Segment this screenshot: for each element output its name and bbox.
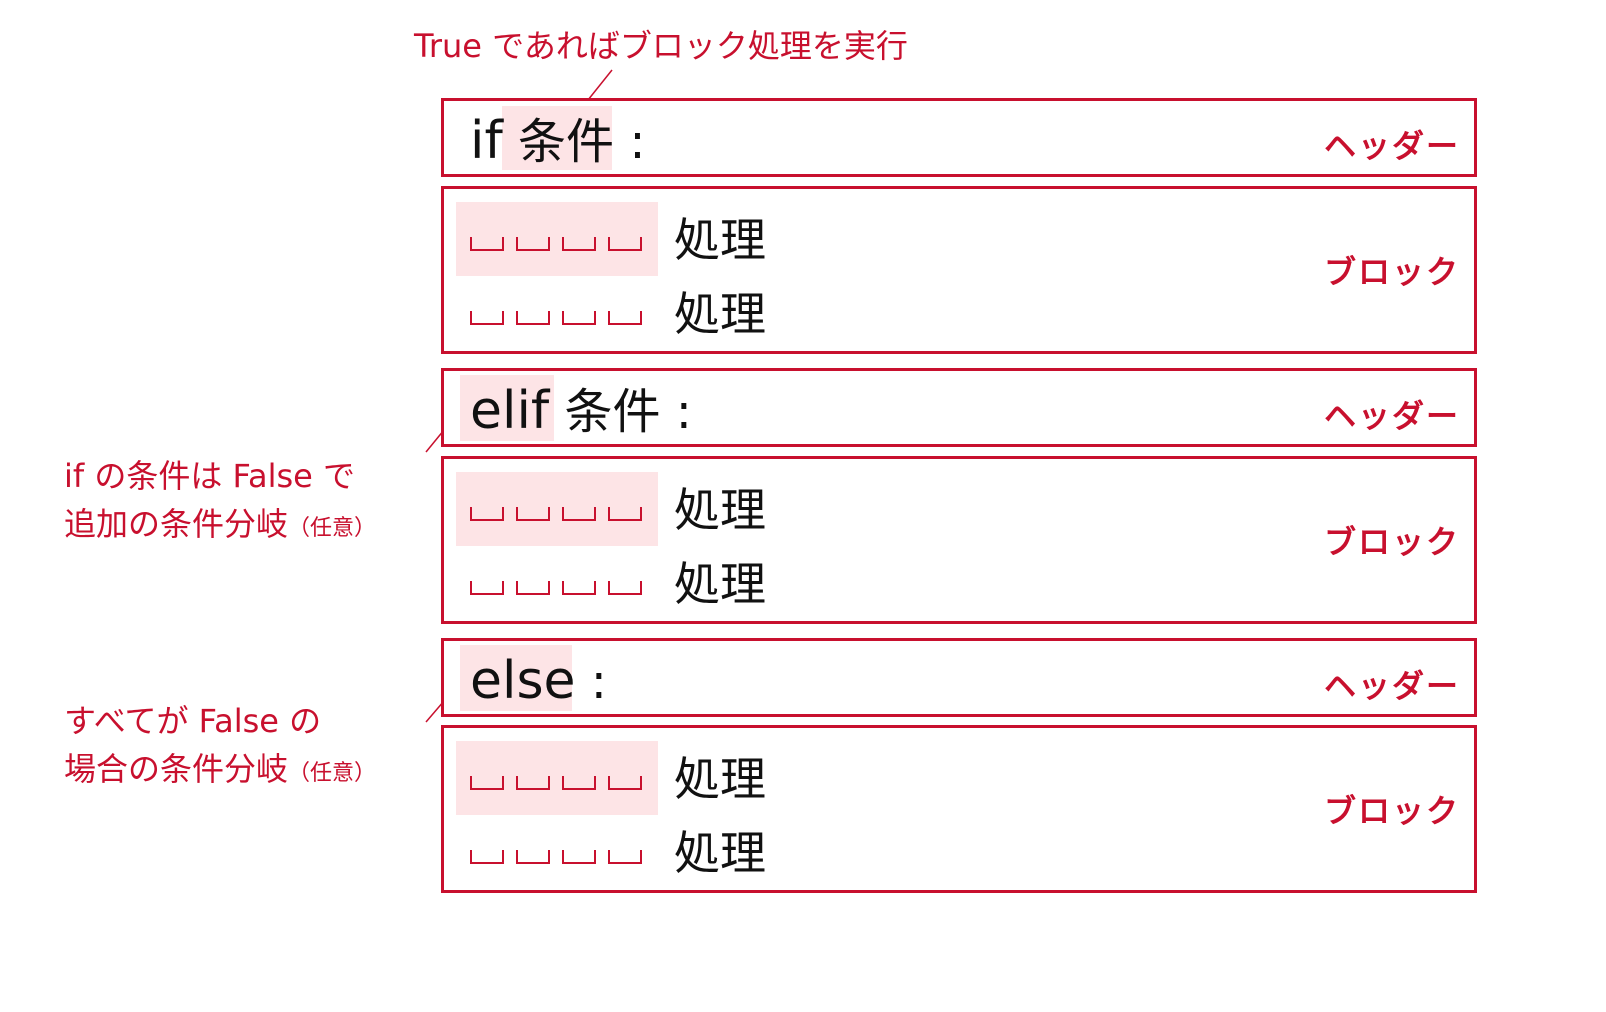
if-colon: :: [629, 114, 646, 170]
header-label: ヘッダー: [1323, 397, 1460, 435]
indent-spaces: [470, 507, 642, 521]
space-mark: [608, 237, 642, 251]
space-mark: [516, 237, 550, 251]
space-mark: [470, 776, 504, 790]
elif-block-box: 処理 処理 ブロック: [441, 456, 1477, 624]
indent-spaces: [470, 311, 642, 325]
else-annotation-line2-text: 場合の条件分岐: [64, 750, 289, 788]
process-line-2: 処理: [674, 826, 766, 880]
space-mark: [608, 507, 642, 521]
space-mark: [516, 850, 550, 864]
indent-spaces: [470, 581, 642, 595]
space-mark: [562, 237, 596, 251]
space-mark: [470, 237, 504, 251]
block-label: ブロック: [1323, 253, 1460, 291]
process-line-1: 処理: [674, 213, 766, 267]
process-line-1: 処理: [674, 483, 766, 537]
space-mark: [608, 581, 642, 595]
else-annotation-line1: すべてが False の: [64, 702, 322, 740]
indent-spaces: [470, 776, 642, 790]
else-colon: :: [590, 654, 607, 710]
space-mark: [516, 776, 550, 790]
else-block-box: 処理 処理 ブロック: [441, 725, 1477, 893]
elif-annotation-optional: （任意）: [288, 516, 377, 541]
header-label: ヘッダー: [1323, 127, 1460, 165]
if-condition: 条件: [518, 114, 615, 170]
process-line-2: 処理: [674, 287, 766, 341]
space-mark: [516, 581, 550, 595]
space-mark: [608, 776, 642, 790]
block-label: ブロック: [1323, 523, 1460, 561]
elif-header-code: elif 条件 :: [470, 385, 692, 437]
elif-annotation-line2-text: 追加の条件分岐: [64, 505, 289, 543]
process-line-1: 処理: [674, 752, 766, 806]
process-line-2: 処理: [674, 557, 766, 611]
space-mark: [562, 581, 596, 595]
space-mark: [562, 311, 596, 325]
block-label: ブロック: [1323, 792, 1460, 830]
if-header-box: if 条件 : ヘッダー: [441, 98, 1477, 177]
space-mark: [562, 850, 596, 864]
else-annotation-optional: （任意）: [288, 761, 377, 786]
space-mark: [516, 311, 550, 325]
top-annotation: True であればブロック処理を実行: [414, 27, 908, 65]
indent-spaces: [470, 237, 642, 251]
space-mark: [562, 507, 596, 521]
elif-keyword: elif: [470, 381, 550, 441]
space-mark: [562, 776, 596, 790]
if-block-box: 処理 処理 ブロック: [441, 186, 1477, 354]
space-mark: [608, 850, 642, 864]
else-annotation-line2: 場合の条件分岐（任意）: [64, 745, 376, 798]
else-header-code: else :: [470, 655, 607, 707]
elif-annotation: if の条件は False で 追加の条件分岐（任意）: [64, 452, 376, 553]
if-keyword: if: [470, 111, 503, 171]
elif-colon: :: [675, 384, 692, 440]
space-mark: [608, 311, 642, 325]
elif-condition: 条件: [564, 384, 661, 440]
header-label: ヘッダー: [1323, 667, 1460, 705]
indent-spaces: [470, 850, 642, 864]
space-mark: [470, 850, 504, 864]
space-mark: [470, 311, 504, 325]
elif-annotation-line1: if の条件は False で: [64, 457, 356, 495]
elif-annotation-line2: 追加の条件分岐（任意）: [64, 500, 376, 553]
elif-header-box: elif 条件 : ヘッダー: [441, 368, 1477, 447]
space-mark: [470, 581, 504, 595]
else-keyword: else: [470, 651, 576, 711]
space-mark: [470, 507, 504, 521]
space-mark: [516, 507, 550, 521]
if-header-code: if 条件 :: [470, 115, 645, 167]
else-annotation: すべてが False の 場合の条件分岐（任意）: [64, 697, 376, 798]
else-header-box: else : ヘッダー: [441, 638, 1477, 717]
